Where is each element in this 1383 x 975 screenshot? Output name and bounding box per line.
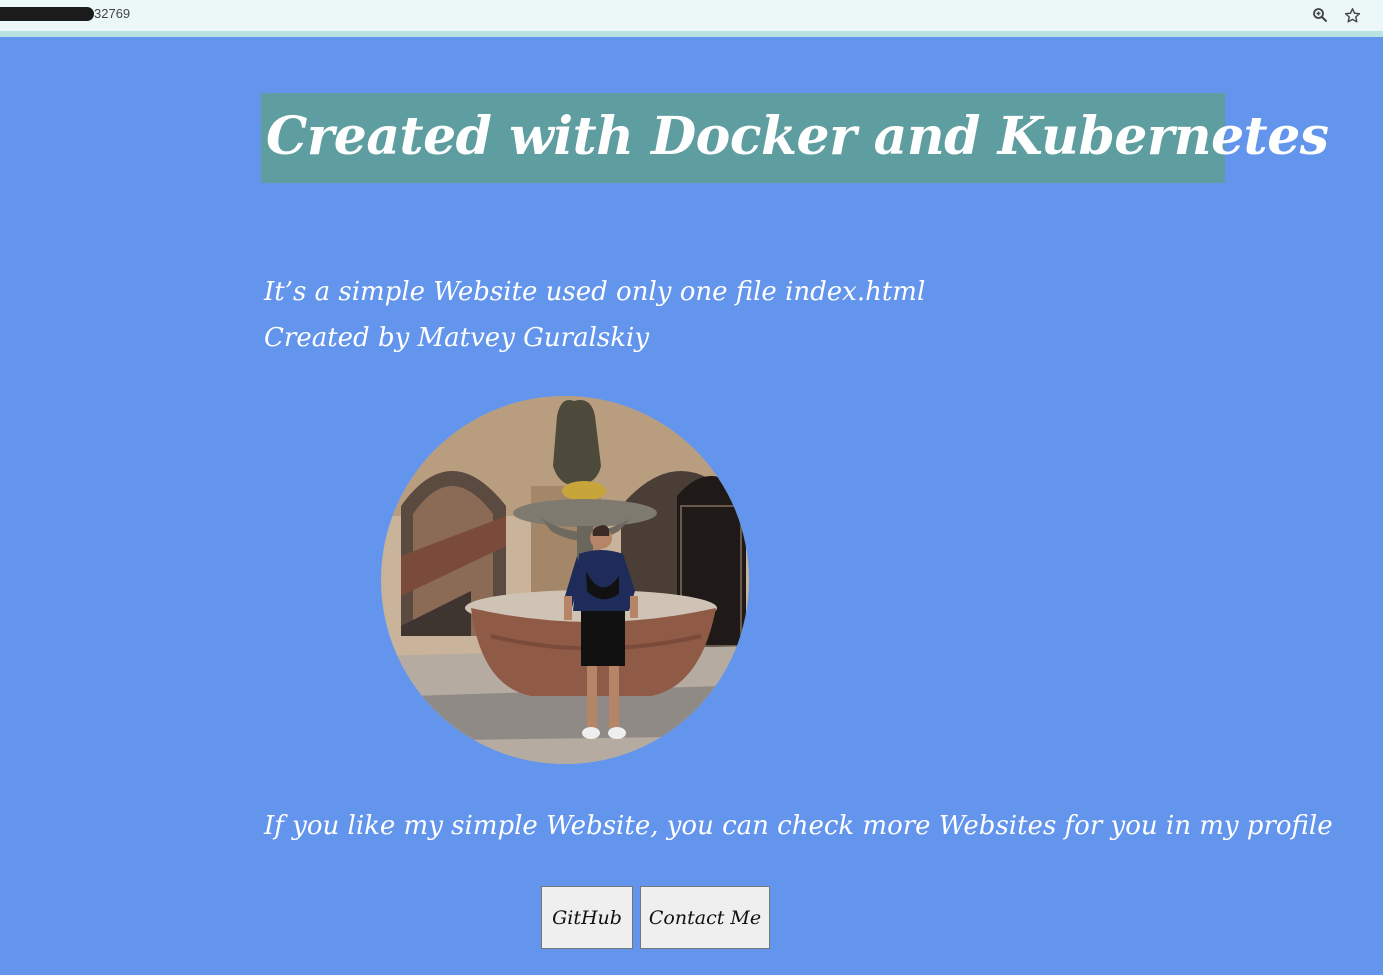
page-heading: Created with Docker and Kubernetes: [266, 106, 1329, 167]
page-body: Created with Docker and Kubernetes It’s …: [0, 37, 1383, 975]
github-button[interactable]: GitHub: [541, 886, 633, 949]
description-line-1: It’s a simple Website used only one file…: [264, 277, 926, 307]
profile-invitation-text: If you like my simple Website, you can c…: [264, 811, 1333, 841]
browser-toolbar: 32769: [0, 0, 1383, 37]
description-line-2: Created by Matvey Guralskiy: [264, 323, 650, 353]
address-bar-text[interactable]: 32769: [94, 6, 130, 21]
url-redacted: [0, 7, 94, 21]
star-icon[interactable]: [1342, 5, 1362, 25]
zoom-icon[interactable]: [1310, 5, 1330, 25]
contact-me-button[interactable]: Contact Me: [640, 886, 770, 949]
profile-photo: [381, 396, 749, 764]
